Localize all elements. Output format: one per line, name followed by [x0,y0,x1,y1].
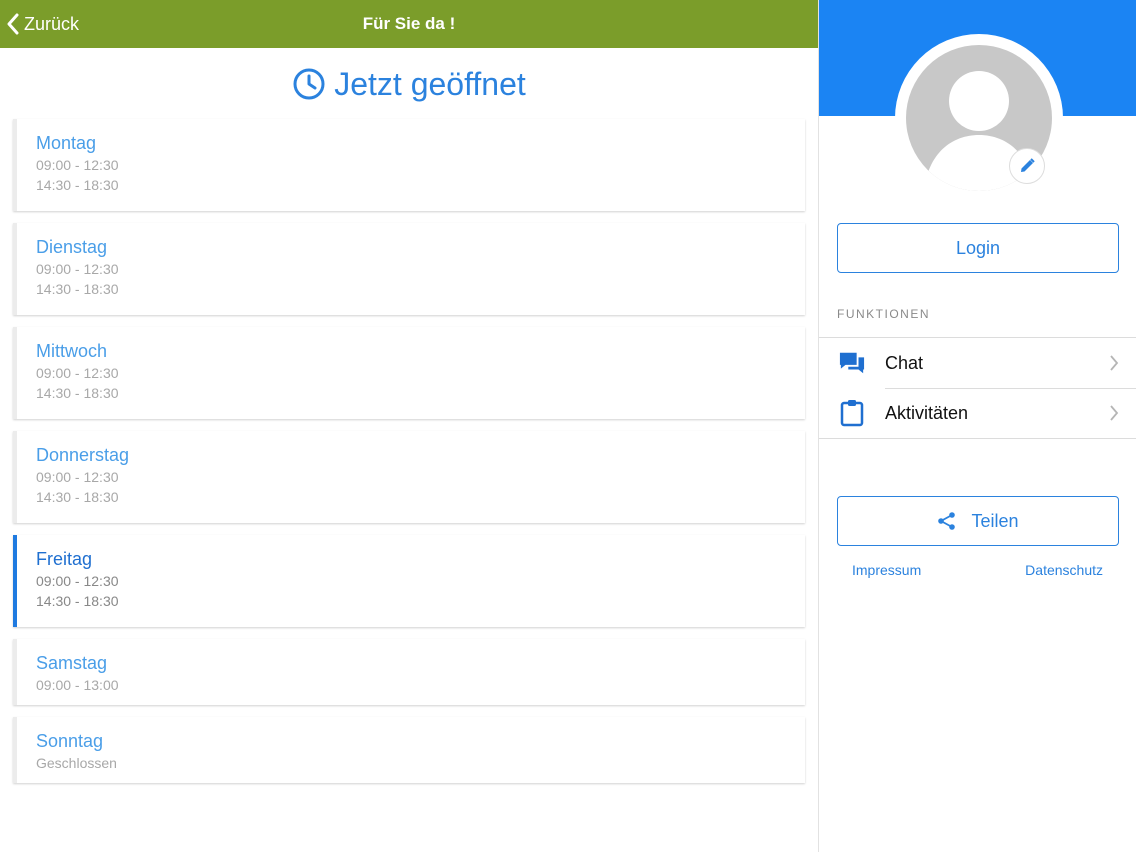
page-title: Für Sie da ! [362,14,456,33]
day-hours: Geschlossen [36,755,117,771]
day-hours: 09:00 - 12:30 [36,469,119,485]
functions-menu: Chat Aktivitäten [819,337,1136,439]
share-label: Teilen [971,510,1019,531]
day-hours: 14:30 - 18:30 [36,177,119,193]
day-hours: 14:30 - 18:30 [36,593,119,609]
day-name: Mittwoch [36,341,108,361]
day-name: Freitag [36,549,93,569]
sidebar: Login FUNKTIONEN Chat Aktivitäten Teilen… [818,0,1136,852]
day-hours: 09:00 - 12:30 [36,261,119,277]
login-button[interactable]: Login [837,223,1119,273]
datenschutz-link[interactable]: Datenschutz [1025,562,1103,578]
day-card: Donnerstag 09:00 - 12:30 14:30 - 18:30 [13,431,805,523]
day-hours: 14:30 - 18:30 [36,489,119,505]
day-name: Montag [36,133,97,153]
menu-item-label: Chat [885,352,924,373]
open-status-text: Jetzt geöffnet [334,65,526,102]
menu-item-label: Aktivitäten [885,402,969,423]
clock-icon [293,68,325,100]
day-name: Dienstag [36,237,108,257]
day-name: Donnerstag [36,445,130,465]
day-hours: 09:00 - 12:30 [36,573,119,589]
pencil-icon [1021,158,1035,172]
menu-item-chat[interactable]: Chat [819,338,1136,388]
top-bar: Zurück Für Sie da ! [0,0,818,48]
share-button[interactable]: Teilen [837,496,1119,546]
day-card: Dienstag 09:00 - 12:30 14:30 - 18:30 [13,223,805,315]
back-label: Zurück [24,13,80,34]
day-hours: 09:00 - 13:00 [36,677,119,693]
day-card: Freitag 09:00 - 12:30 14:30 - 18:30 [13,535,805,627]
day-hours: 14:30 - 18:30 [36,385,119,401]
day-name: Samstag [36,653,108,673]
chevron-right-icon [1110,355,1119,371]
chevron-left-icon [7,13,19,35]
functions-section-label: FUNKTIONEN [837,307,930,321]
day-hours: 09:00 - 12:30 [36,157,119,173]
back-button[interactable]: Zurück [6,8,79,40]
day-card: Montag 09:00 - 12:30 14:30 - 18:30 [13,119,805,211]
day-card: Mittwoch 09:00 - 12:30 14:30 - 18:30 [13,327,805,419]
open-status: Jetzt geöffnet [0,62,818,106]
day-list: Montag 09:00 - 12:30 14:30 - 18:30 Dienstag… [13,119,805,795]
day-name: Sonntag [36,731,104,751]
share-icon [938,512,956,530]
day-card: Sonntag Geschlossen [13,717,805,783]
chevron-right-icon [1110,405,1119,421]
opening-hours-panel: Zurück Für Sie da ! Jetzt geöffnet Monta… [0,0,818,852]
impressum-link[interactable]: Impressum [852,562,921,578]
day-card: Samstag 09:00 - 13:00 [13,639,805,705]
menu-item-activities[interactable]: Aktivitäten [819,388,1136,438]
chat-icon [839,350,865,376]
day-hours: 14:30 - 18:30 [36,281,119,297]
clipboard-icon [839,400,865,427]
edit-avatar-button[interactable] [1009,148,1045,184]
day-hours: 09:00 - 12:30 [36,365,119,381]
